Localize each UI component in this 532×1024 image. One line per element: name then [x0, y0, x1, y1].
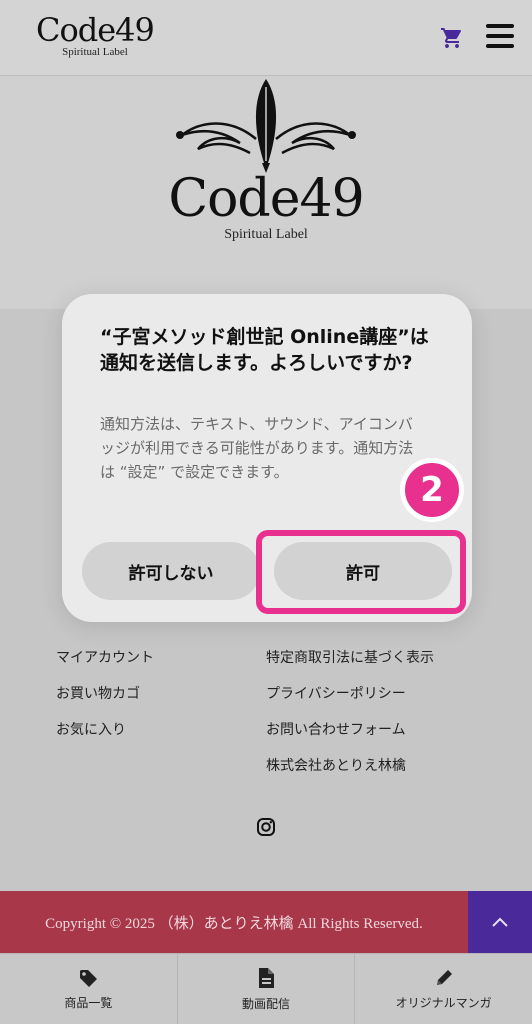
document-icon	[259, 967, 274, 988]
copyright-text: Copyright © 2025 （株）あとりえ林檎 All Rights Re…	[45, 915, 423, 932]
copyright-bar: Copyright © 2025 （株）あとりえ林檎 All Rights Re…	[0, 891, 468, 953]
footer-link-my-account[interactable]: マイアカウント	[56, 647, 154, 667]
quill-emblem-icon	[176, 79, 356, 173]
hero-banner: Code49 Spiritual Label	[0, 77, 532, 309]
tab-manga[interactable]: オリジナルマンガ	[355, 954, 532, 1024]
cart-icon[interactable]	[440, 26, 464, 50]
dialog-title: “子宮メソッド創世記 Online講座”は通知を送信します。よろしいですか?	[100, 326, 429, 374]
tab-videos-label: 動画配信	[242, 996, 291, 1011]
site-header: Code49 Spiritual Label	[0, 0, 532, 76]
tag-icon	[80, 969, 98, 987]
tab-products[interactable]: 商品一覧	[0, 954, 178, 1024]
scroll-to-top-button[interactable]	[468, 891, 532, 953]
hero-logo-name: Code49	[168, 169, 364, 229]
site-logo[interactable]: Code49 Spiritual Label	[36, 11, 155, 58]
hero-logo-subtitle: Spiritual Label	[224, 227, 308, 242]
footer-link-privacy[interactable]: プライバシーポリシー	[266, 683, 406, 703]
footer-link-contact[interactable]: お問い合わせフォーム	[266, 719, 406, 739]
tab-videos[interactable]: 動画配信	[178, 954, 356, 1024]
hamburger-menu-icon[interactable]	[486, 24, 514, 48]
step-number-badge: 2	[400, 458, 464, 522]
tab-products-label: 商品一覧	[64, 995, 113, 1010]
footer-link-cart[interactable]: お買い物カゴ	[56, 683, 140, 703]
footer-link-favorites[interactable]: お気に入り	[56, 719, 126, 739]
logo-name: Code49	[36, 11, 155, 49]
deny-button[interactable]: 許可しない	[82, 542, 260, 600]
instagram-icon[interactable]	[256, 817, 276, 837]
footer-link-company[interactable]: 株式会社あとりえ林檎	[266, 755, 406, 775]
footer-link-commerce-law[interactable]: 特定商取引法に基づく表示	[266, 647, 434, 667]
bottom-tab-bar: 商品一覧 動画配信 オリジナルマンガ	[0, 953, 532, 1024]
pencil-icon	[436, 969, 452, 985]
chevron-up-icon	[492, 917, 508, 927]
allow-button-highlight	[256, 530, 466, 614]
dialog-message: 通知方法は、テキスト、サウンド、アイコンバッジが利用できる可能性があります。通知…	[100, 415, 414, 481]
tab-manga-label: オリジナルマンガ	[395, 995, 492, 1010]
